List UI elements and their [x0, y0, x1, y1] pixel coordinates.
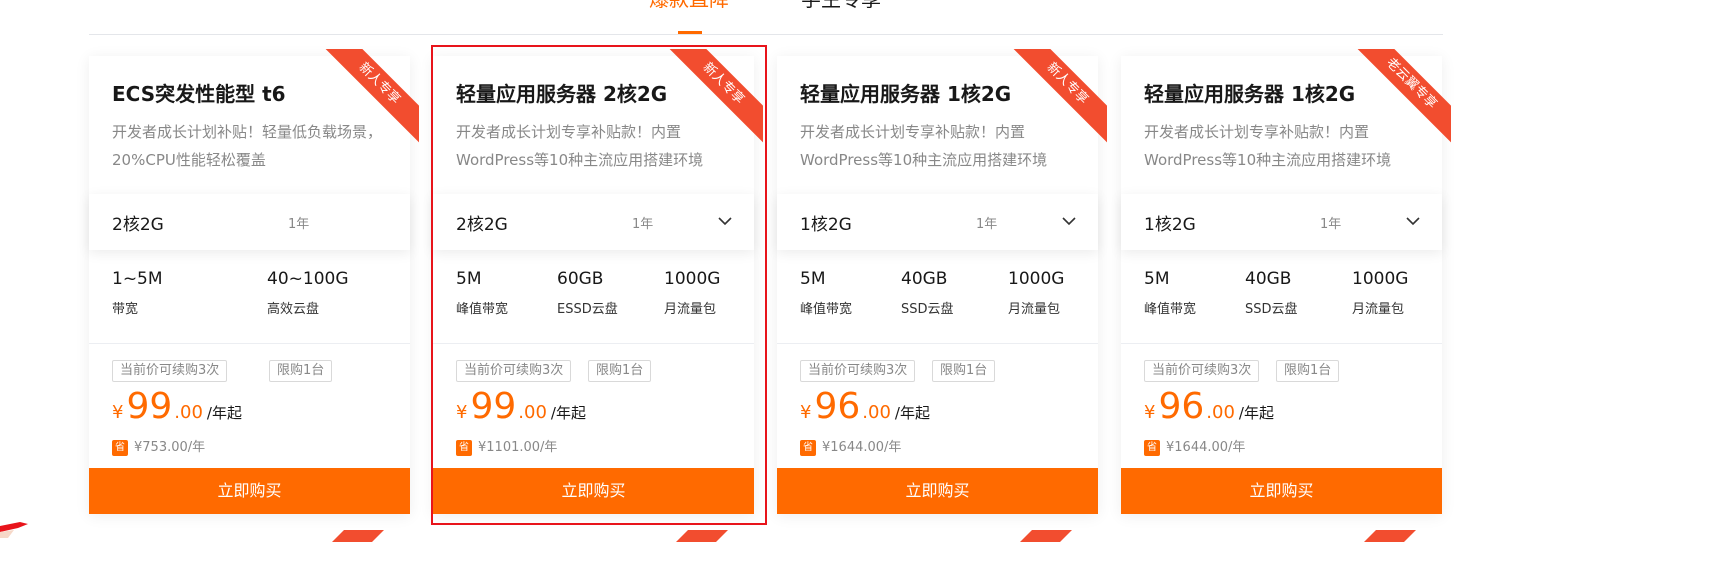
stat-value: 5M [800, 269, 826, 289]
divider [777, 343, 1098, 344]
tab-student[interactable]: 学生专享 [801, 0, 881, 12]
term-value: 1年 [976, 217, 998, 232]
save-badge-icon: 省 [1144, 439, 1160, 456]
next-row-ribbon [1364, 530, 1416, 542]
stat-value: 1~5M [112, 269, 163, 289]
stat-disk: 40GB SSD云盘 [1245, 269, 1298, 317]
card-title: 轻量应用服务器 1核2G [1144, 82, 1356, 106]
stat-bandwidth: 5M 峰值带宽 [800, 269, 852, 317]
spec-value: 2核2G [112, 215, 164, 235]
card-title: ECS突发性能型 t6 [112, 82, 286, 106]
price-unit: /年起 [1238, 404, 1274, 422]
price-integer: 96 [1158, 386, 1205, 427]
chevron-down-icon[interactable] [1062, 216, 1076, 226]
stat-bandwidth: 5M 峰值带宽 [1144, 269, 1196, 317]
save-badge-icon: 省 [112, 439, 128, 456]
card-description: 开发者成长计划专享补贴款！内置WordPress等10种主流应用搭建环境 [800, 123, 1048, 169]
active-tab-indicator [678, 31, 702, 34]
spec-value: 1核2G [1144, 215, 1196, 235]
price-unit: /年起 [894, 404, 930, 422]
price-currency: ¥ [1144, 402, 1156, 423]
stat-traffic: 1000G 月流量包 [1352, 269, 1408, 317]
stat-label: SSD云盘 [1245, 302, 1298, 317]
stat-value: 40~100G [267, 269, 349, 289]
stat-label: 高效云盘 [267, 302, 320, 317]
card-description: 开发者成长计划专享补贴款！内置WordPress等10种主流应用搭建环境 [1144, 123, 1392, 169]
renewal-tag: 当前价可续购3次 [800, 360, 916, 382]
next-row-ribbon [676, 530, 728, 542]
stat-value: 5M [1144, 269, 1170, 289]
stat-label: 峰值带宽 [1144, 302, 1197, 317]
price-integer: 99 [126, 386, 173, 427]
renewal-tag: 当前价可续购3次 [1144, 360, 1260, 382]
price-currency: ¥ [112, 402, 124, 423]
price-decimal: .00 [174, 402, 203, 423]
stat-disk: 40~100G 高效云盘 [267, 269, 349, 317]
savings-text: ¥753.00/年 [134, 440, 206, 455]
save-badge-icon: 省 [800, 439, 816, 456]
next-row-ribbon [332, 530, 384, 542]
savings-text: ¥1644.00/年 [1166, 440, 1246, 455]
price: ¥99.00/年起 [112, 386, 242, 427]
stat-value: 40GB [901, 269, 948, 289]
term-value: 1年 [1320, 217, 1342, 232]
tab-hot-deals[interactable]: 爆款直降 [649, 0, 729, 12]
floating-flag-icon[interactable] [0, 518, 32, 538]
chevron-down-icon[interactable] [1406, 216, 1420, 226]
spec-selector[interactable]: 2核2G 1年 [89, 194, 410, 250]
stat-value: 40GB [1245, 269, 1292, 289]
savings: 省 ¥1644.00/年 [1144, 436, 1245, 456]
price-unit: /年起 [206, 404, 242, 422]
product-card-2: 新人专享 轻量应用服务器 1核2G 开发者成长计划专享补贴款！内置WordPre… [777, 49, 1107, 514]
buy-now-button[interactable]: 立即购买 [1121, 468, 1442, 514]
stat-value: 1000G [1008, 269, 1065, 289]
product-tabs: 爆款直降 学生专享 [89, 0, 1443, 35]
stat-disk: 40GB SSD云盘 [901, 269, 954, 317]
stat-bandwidth: 1~5M 带宽 [112, 269, 163, 317]
card-title: 轻量应用服务器 1核2G [800, 82, 1012, 106]
limit-tag: 限购1台 [1276, 360, 1340, 382]
savings: 省 ¥1644.00/年 [800, 436, 901, 456]
spec-value: 1核2G [800, 215, 852, 235]
spec-selector[interactable]: 1核2G 1年 [777, 194, 1098, 250]
renewal-tag: 当前价可续购3次 [112, 360, 228, 382]
stat-label: 带宽 [112, 302, 139, 317]
stat-label: 月流量包 [1008, 302, 1061, 317]
price: ¥96.00/年起 [800, 386, 930, 427]
product-card-3: 老云翼专享 轻量应用服务器 1核2G 开发者成长计划专享补贴款！内置WordPr… [1121, 49, 1451, 514]
next-row-ribbon [1020, 530, 1072, 542]
price: ¥96.00/年起 [1144, 386, 1274, 427]
price-integer: 96 [814, 386, 861, 427]
divider [1121, 343, 1442, 344]
spec-selector[interactable]: 1核2G 1年 [1121, 194, 1442, 250]
card-description: 开发者成长计划补贴！轻量低负载场景，20%CPU性能轻松覆盖 [112, 123, 383, 169]
product-card-0: 新人专享 ECS突发性能型 t6 开发者成长计划补贴！轻量低负载场景，20%CP… [89, 49, 419, 514]
savings: 省 ¥753.00/年 [112, 436, 205, 456]
stat-label: SSD云盘 [901, 302, 954, 317]
price-currency: ¥ [800, 402, 812, 423]
limit-tag: 限购1台 [269, 360, 333, 382]
savings-text: ¥1644.00/年 [822, 440, 902, 455]
selected-card-outline [431, 45, 767, 525]
stat-label: 峰值带宽 [800, 302, 853, 317]
buy-now-button[interactable]: 立即购买 [777, 468, 1098, 514]
term-value: 1年 [288, 217, 310, 232]
price-decimal: .00 [862, 402, 891, 423]
divider [89, 343, 410, 344]
stat-label: 月流量包 [1352, 302, 1405, 317]
stat-traffic: 1000G 月流量包 [1008, 269, 1064, 317]
limit-tag: 限购1台 [932, 360, 996, 382]
price-decimal: .00 [1206, 402, 1235, 423]
stat-value: 1000G [1352, 269, 1409, 289]
buy-now-button[interactable]: 立即购买 [89, 468, 410, 514]
